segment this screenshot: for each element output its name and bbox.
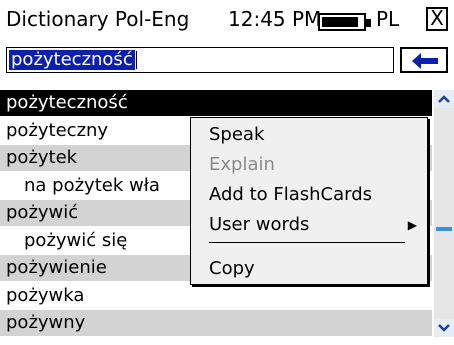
list-item-label: pożyteczny [6,119,109,141]
search-input-value: pożyteczność [9,49,135,70]
close-icon[interactable]: X [426,7,448,31]
context-menu: Speak Explain Add to FlashCards User words ▶… [190,117,428,285]
clock[interactable]: 12:45 PM [228,7,321,31]
back-button[interactable] [400,47,448,73]
menu-item-explain: Explain [191,150,427,180]
chevron-up-icon [438,95,450,103]
list-item-label: na pożytek wła [24,174,160,196]
menu-item-label: Copy [209,258,255,279]
menu-item-label: Speak [209,124,265,145]
list-item-label: pożywka [6,284,85,306]
list-item-label: pożyteczność [6,92,128,113]
scrollbar[interactable] [434,90,454,337]
battery-icon[interactable] [318,13,371,31]
battery-tip [366,19,371,27]
scroll-up-button[interactable] [434,90,454,108]
list-item-label: pożytek [6,147,78,168]
list-item-label: pożywienie [6,257,107,278]
list-item-label: pożywić się [24,229,128,251]
submenu-arrow-icon: ▶ [407,218,417,232]
text-caret [136,51,137,69]
menu-item-copy[interactable]: Copy [191,254,427,284]
search-input[interactable]: pożyteczność [6,47,394,73]
menu-item-user-words[interactable]: User words ▶ [191,210,427,240]
list-item-label: pożywny [6,312,86,333]
menu-item-label: Explain [209,154,275,175]
menu-item-speak[interactable]: Speak [191,120,427,150]
menu-separator [209,242,405,243]
menu-item-label: Add to FlashCards [209,184,373,205]
search-bar: pożyteczność [0,47,454,75]
app-title: Dictionary Pol-Eng [6,7,190,31]
chevron-down-icon [438,324,450,332]
menu-item-label: User words [209,214,310,235]
scroll-thumb[interactable] [436,227,452,231]
title-bar: Dictionary Pol-Eng 12:45 PM PL X [0,0,454,40]
list-item[interactable]: pożyteczność [0,90,432,116]
list-item[interactable]: pożywka [0,282,432,309]
bottom-bar [0,337,454,345]
language-indicator[interactable]: PL [376,7,399,31]
battery-fill [322,17,358,27]
scroll-down-button[interactable] [434,319,454,337]
back-arrow-icon [412,53,438,69]
list-item[interactable]: pożywny [0,310,432,336]
menu-item-add-to-flashcards[interactable]: Add to FlashCards [191,180,427,210]
list-item-label: pożywić [6,202,79,223]
